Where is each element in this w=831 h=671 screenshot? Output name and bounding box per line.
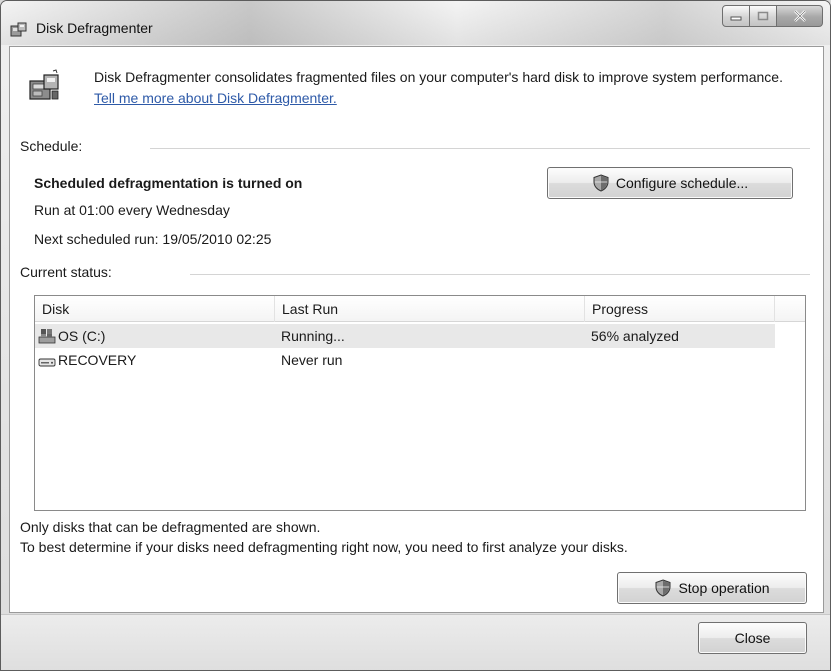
disk-name: OS (C:) [58, 328, 106, 344]
disk-row-os-c[interactable]: OS (C:) Running... 56% analyzed [35, 324, 775, 348]
schedule-run-at: Run at 01:00 every Wednesday [34, 202, 230, 218]
system-drive-icon [38, 329, 56, 344]
disk-last-run: Running... [281, 328, 345, 344]
column-header-last-run[interactable]: Last Run [275, 296, 585, 322]
stop-operation-label: Stop operation [678, 580, 770, 596]
tell-me-more-link[interactable]: Tell me more about Disk Defragmenter. [94, 90, 337, 106]
disk-defragmenter-window: Disk Defragmenter Disk Defragmenter cons… [0, 0, 831, 671]
dialog-footer: Close [1, 614, 830, 670]
disk-row-recovery[interactable]: RECOVERY Never run [35, 348, 775, 372]
analyze-disks-note: To best determine if your disks need def… [20, 539, 628, 555]
uac-shield-icon [593, 174, 609, 192]
schedule-next-run: Next scheduled run: 19/05/2010 02:25 [34, 231, 272, 247]
title-bar[interactable]: Disk Defragmenter [1, 1, 830, 45]
intro-text: Disk Defragmenter consolidates fragmente… [94, 69, 783, 85]
minimize-icon [730, 16, 742, 21]
schedule-divider [150, 148, 810, 149]
disk-defragmenter-app-icon [10, 22, 27, 37]
disk-name: RECOVERY [58, 352, 137, 368]
hard-drive-icon [38, 358, 56, 367]
disk-last-run: Never run [281, 352, 343, 368]
current-status-divider [190, 274, 810, 275]
schedule-section-label: Schedule: [20, 138, 83, 154]
close-label: Close [734, 630, 771, 646]
schedule-status: Scheduled defragmentation is turned on [34, 175, 303, 191]
window-title: Disk Defragmenter [36, 20, 153, 36]
column-header-progress[interactable]: Progress [585, 296, 775, 322]
stop-operation-button[interactable]: Stop operation [617, 572, 807, 604]
close-button[interactable]: Close [698, 622, 807, 654]
close-window-button[interactable] [777, 5, 823, 27]
defragmenter-icon [29, 69, 59, 100]
disk-list-header: Disk Last Run Progress [35, 296, 805, 322]
current-status-section-label: Current status: [20, 264, 112, 280]
intro-description: Disk Defragmenter consolidates fragmente… [94, 67, 794, 109]
uac-shield-icon [655, 579, 671, 597]
disk-progress: 56% analyzed [591, 328, 679, 344]
maximize-icon [757, 11, 769, 21]
configure-schedule-button[interactable]: Configure schedule... [547, 167, 793, 199]
maximize-button[interactable] [750, 5, 777, 27]
disks-shown-note: Only disks that can be defragmented are … [20, 519, 321, 535]
configure-schedule-label: Configure schedule... [615, 175, 749, 191]
close-icon [793, 10, 806, 22]
minimize-button[interactable] [722, 5, 750, 27]
disk-list[interactable]: Disk Last Run Progress OS (C:) Running..… [34, 295, 806, 511]
main-panel: Disk Defragmenter consolidates fragmente… [9, 46, 824, 613]
column-header-disk[interactable]: Disk [35, 296, 275, 322]
caption-buttons [722, 5, 823, 27]
